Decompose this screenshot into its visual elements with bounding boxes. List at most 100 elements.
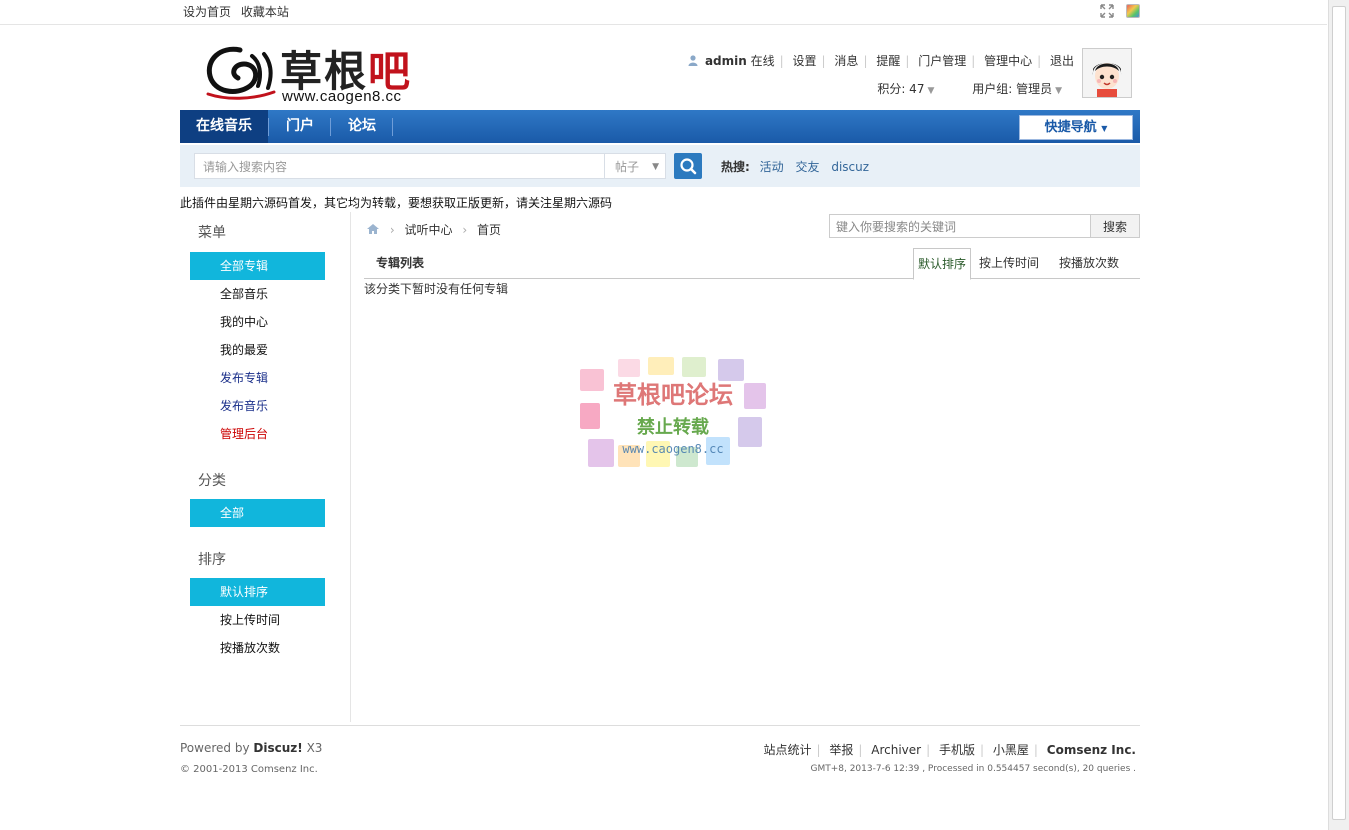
chevron-down-icon: ▼: [1055, 86, 1062, 96]
hot-item[interactable]: discuz: [831, 160, 869, 174]
theme-icon[interactable]: [1125, 4, 1140, 18]
footer-stats: GMT+8, 2013-7-6 12:39 , Processed in 0.5…: [810, 764, 1136, 774]
user-icon: [688, 55, 698, 66]
hot-item[interactable]: 活动: [760, 160, 784, 174]
menu-title: 菜单: [198, 225, 226, 241]
usergroup-menu[interactable]: 用户组: 管理员 ▼: [972, 82, 1062, 96]
username[interactable]: admin: [705, 54, 747, 68]
avatar[interactable]: [1082, 48, 1132, 98]
copyright: © 2001-2013 Comsenz Inc.: [180, 764, 318, 775]
top-bar: 设为首页 收藏本站: [0, 0, 1327, 25]
hot-label: 热搜:: [721, 160, 750, 174]
watermark-url: www.caogen8.cc: [622, 442, 724, 456]
main-nav: 在线音乐 门户 论坛 快捷导航 ▼: [180, 110, 1140, 143]
hot-searches: 热搜: 活动 交友 discuz: [721, 158, 877, 175]
search-type-select[interactable]: 帖子 ▼: [604, 153, 666, 179]
nav-item-portal[interactable]: 门户: [272, 110, 328, 143]
breadcrumb-item[interactable]: 首页: [477, 223, 501, 237]
search-bar: 请输入搜索内容 帖子 ▼ 热搜: 活动 交友 discuz: [180, 145, 1140, 187]
quick-nav-label: 快捷导航: [1044, 120, 1097, 135]
category-title: 分类: [198, 473, 226, 489]
user-meta: 积分: 47 ▼ 用户组: 管理员 ▼: [877, 80, 1062, 97]
nav-divider: [392, 118, 393, 136]
set-home-link[interactable]: 设为首页: [183, 5, 231, 19]
sidebar-item-publish-album[interactable]: 发布专辑: [190, 364, 325, 392]
tab-sort-default[interactable]: 默认排序: [913, 248, 971, 280]
quick-nav-button[interactable]: 快捷导航 ▼: [1019, 115, 1133, 140]
footer: Powered by Discuz! X3 © 2001-2013 Comsen…: [180, 725, 1140, 786]
empty-message: 该分类下暂时没有任何专辑: [364, 282, 509, 296]
discuz-link[interactable]: Discuz!: [253, 741, 302, 755]
powered-version: X3: [306, 741, 323, 755]
sidebar-item-my-center[interactable]: 我的中心: [190, 308, 325, 336]
logout-link[interactable]: 退出: [1050, 54, 1074, 68]
portal-admin-link[interactable]: 门户管理: [918, 54, 966, 68]
breadcrumb-separator-icon: ›: [389, 223, 395, 237]
footer-link-stats[interactable]: 站点统计: [763, 743, 811, 757]
points-label: 积分: 47: [877, 82, 925, 96]
sidebar-item-sort-default[interactable]: 默认排序: [190, 578, 325, 606]
album-list-header: 专辑列表 默认排序 按上传时间 按播放次数: [364, 248, 1140, 280]
top-icons: [1100, 4, 1148, 18]
plugin-notice: 此插件由星期六源码首发，其它均为转载，要想获取正版更新，请关注星期六源码: [180, 196, 613, 210]
breadcrumb-separator-icon: ›: [462, 223, 468, 237]
caret-down-icon: ▼: [1101, 124, 1108, 133]
sidebar-item-all-albums[interactable]: 全部专辑: [190, 252, 325, 280]
tab-sort-upload[interactable]: 按上传时间: [976, 248, 1042, 278]
footer-links: 站点统计 | 举报 | Archiver | 手机版 | 小黑屋 | Comsenz In…: [763, 743, 1136, 757]
messages-link[interactable]: 消息: [834, 54, 858, 68]
home-icon[interactable]: [366, 223, 380, 235]
sidebar: 菜单 全部专辑 全部音乐 我的中心 我的最爱 发布专辑 发布音乐 管理后台 分类…: [180, 212, 351, 722]
nav-item-forum[interactable]: 论坛: [334, 110, 390, 143]
sidebar-item-all-music[interactable]: 全部音乐: [190, 280, 325, 308]
search-input[interactable]: 请输入搜索内容: [194, 153, 604, 179]
admin-center-link[interactable]: 管理中心: [984, 54, 1032, 68]
footer-link-mobile[interactable]: 手机版: [939, 743, 975, 757]
user-links: admin 在线 | 设置 | 消息 | 提醒 | 门户管理 | 管理中心 | 退出: [688, 52, 1074, 69]
settings-link[interactable]: 设置: [793, 54, 817, 68]
footer-link-archiver[interactable]: Archiver: [871, 743, 921, 757]
breadcrumb: › 试听中心 › 首页: [366, 221, 501, 238]
logo-swirl-icon: [206, 46, 276, 100]
breadcrumb-item[interactable]: 试听中心: [404, 223, 452, 237]
sidebar-item-sort-plays[interactable]: 按播放次数: [190, 634, 325, 662]
search-type-label: 帖子: [615, 160, 640, 174]
scrollbar-thumb[interactable]: [1332, 6, 1346, 820]
keyword-search-button[interactable]: 搜索: [1090, 214, 1140, 238]
fullscreen-icon[interactable]: [1100, 4, 1114, 18]
usergroup-label: 用户组: 管理员: [972, 82, 1053, 96]
footer-company[interactable]: Comsenz Inc.: [1047, 743, 1136, 757]
hot-item[interactable]: 交友: [795, 160, 819, 174]
tab-sort-plays[interactable]: 按播放次数: [1054, 248, 1124, 278]
nav-item-music[interactable]: 在线音乐: [180, 110, 268, 143]
footer-link-report[interactable]: 举报: [829, 743, 853, 757]
chevron-down-icon: ▼: [652, 162, 659, 172]
site-logo[interactable]: 草根吧 www.caogen8.cc: [202, 36, 432, 105]
logo-url: www.caogen8.cc: [282, 88, 402, 105]
page-scrollbar[interactable]: [1328, 0, 1349, 830]
sidebar-item-sort-upload[interactable]: 按上传时间: [190, 606, 325, 634]
sort-title: 排序: [198, 552, 226, 568]
chevron-down-icon: ▼: [927, 86, 935, 96]
powered-prefix: Powered by: [180, 741, 250, 755]
top-links: 设为首页 收藏本站: [183, 3, 295, 20]
points-menu[interactable]: 积分: 47 ▼: [877, 82, 934, 96]
reminders-link[interactable]: 提醒: [876, 54, 900, 68]
search-icon: [680, 158, 697, 175]
sidebar-item-category-all[interactable]: 全部: [190, 499, 325, 527]
sidebar-item-publish-music[interactable]: 发布音乐: [190, 392, 325, 420]
nav-divider: [268, 118, 269, 136]
search-button[interactable]: [674, 153, 702, 179]
watermark-logo: 草根吧论坛 禁止转载 www.caogen8.cc: [578, 357, 768, 473]
sidebar-item-favorites[interactable]: 我的最爱: [190, 336, 325, 364]
watermark-title: 草根吧论坛: [613, 381, 733, 409]
album-list-title: 专辑列表: [376, 256, 425, 270]
keyword-search-input[interactable]: 键入你要搜索的关键词: [829, 214, 1091, 238]
online-status[interactable]: 在线: [751, 54, 775, 68]
bookmark-link[interactable]: 收藏本站: [241, 5, 289, 19]
watermark-subtitle: 禁止转载: [637, 417, 709, 438]
footer-link-blackroom[interactable]: 小黑屋: [993, 743, 1029, 757]
nav-divider: [330, 118, 331, 136]
sidebar-item-admin[interactable]: 管理后台: [190, 420, 325, 448]
header: 草根吧 www.caogen8.cc admin 在线 | 设置 | 消息 | 提醒 |…: [180, 26, 1140, 108]
